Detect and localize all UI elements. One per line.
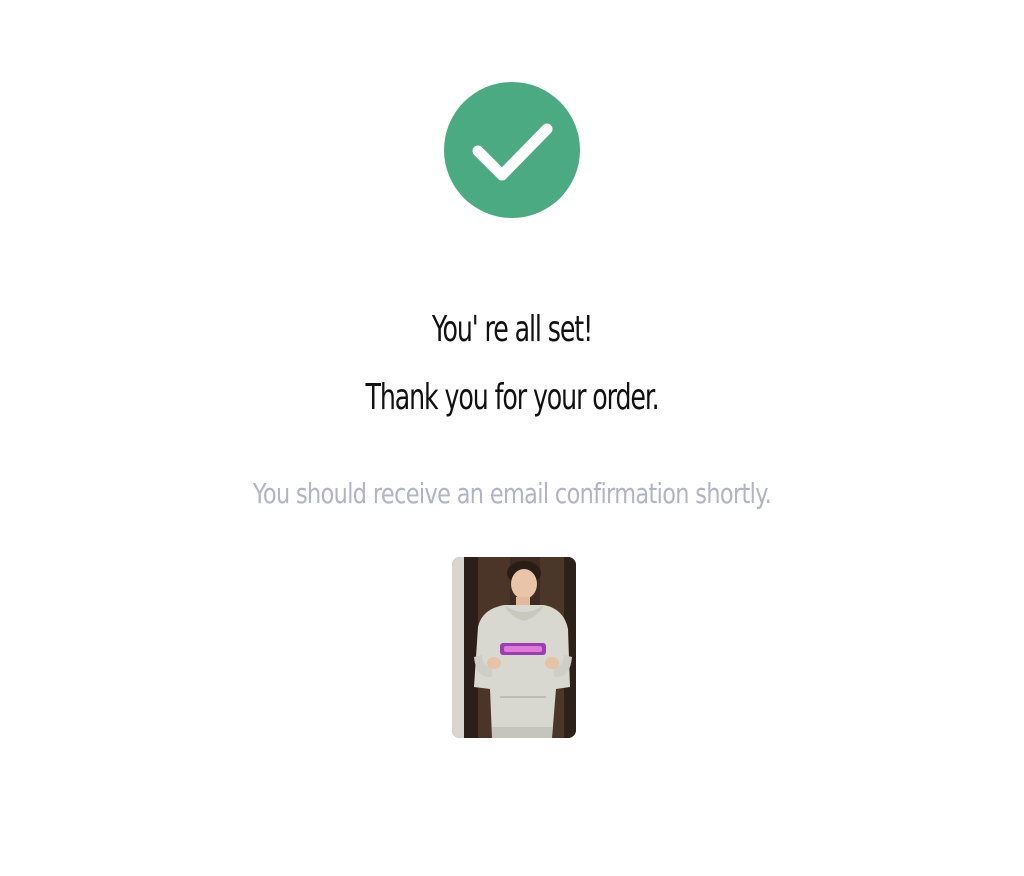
success-check-icon <box>444 82 580 218</box>
email-confirmation-note: You should receive an email confirmation… <box>252 477 772 510</box>
confirmation-title: You' re all set! <box>431 309 593 350</box>
order-confirmation-page: You' re all set! Thank you for your orde… <box>0 0 1024 876</box>
product-photo <box>452 557 576 738</box>
thank-you-message: Thank you for your order. <box>365 377 659 418</box>
